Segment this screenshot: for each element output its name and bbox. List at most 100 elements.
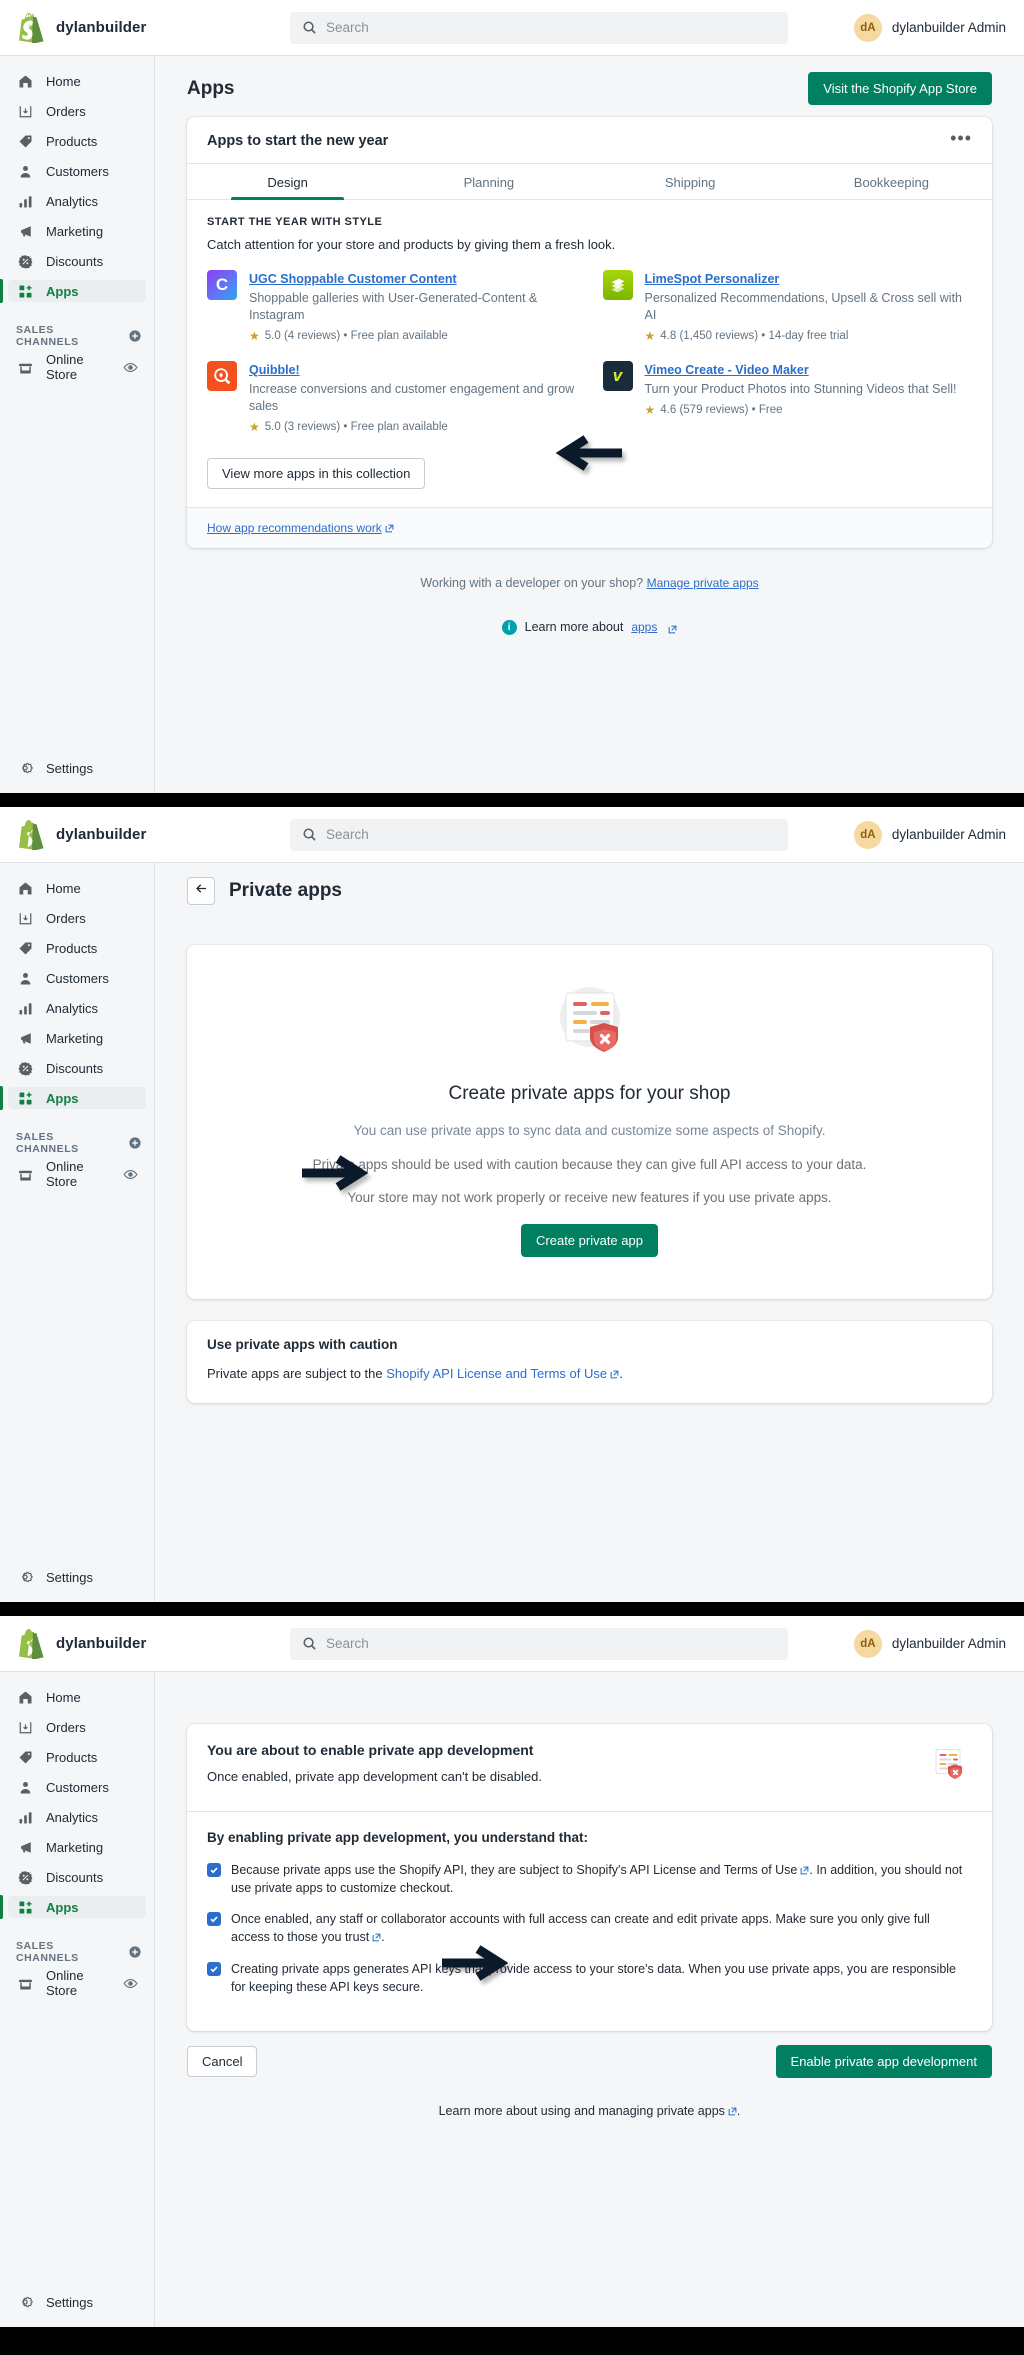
sidebar-item-settings[interactable]: Settings [8, 1566, 146, 1588]
sidebar-item-settings[interactable]: Settings [8, 2291, 146, 2313]
visit-app-store-button[interactable]: Visit the Shopify App Store [808, 72, 992, 105]
app-description: Shoppable galleries with User-Generated-… [249, 291, 538, 322]
bar-chart-icon [16, 999, 34, 1017]
back-button[interactable] [187, 877, 215, 905]
search-icon [302, 20, 317, 35]
sidebar-item-analytics[interactable]: Analytics [8, 190, 146, 212]
checkbox-checked-icon[interactable] [207, 1912, 221, 1927]
how-recommendations-work-link[interactable]: How app recommendations work [207, 521, 394, 535]
sidebar-item-label: Analytics [46, 1000, 99, 1016]
search-input[interactable] [326, 20, 776, 35]
tab-shipping[interactable]: Shipping [590, 164, 791, 199]
app-name-link[interactable]: Quibble! [249, 363, 300, 377]
sidebar-item-home[interactable]: Home [8, 877, 146, 899]
plus-circle-icon[interactable] [128, 1136, 142, 1150]
sidebar-item-discounts[interactable]: Discounts [8, 250, 146, 272]
app-list-item[interactable]: v Vimeo Create - Video Maker Turn your P… [602, 357, 973, 444]
apps-learn-link[interactable]: apps [631, 620, 657, 634]
sidebar-item-online-store[interactable]: Online Store [8, 1159, 146, 1189]
brand-name: dylanbuilder [56, 826, 147, 843]
person-icon [16, 969, 34, 987]
megaphone-icon [16, 1838, 34, 1856]
sidebar-item-online-store[interactable]: Online Store [8, 352, 146, 382]
eye-icon[interactable] [123, 1976, 138, 1991]
sidebar-item-marketing[interactable]: Marketing [8, 220, 146, 242]
page-header: Apps Visit the Shopify App Store [155, 56, 1024, 117]
sidebar-item-apps[interactable]: Apps [0, 279, 146, 303]
sidebar-item-customers[interactable]: Customers [8, 160, 146, 182]
eye-icon[interactable] [123, 1167, 138, 1182]
tab-bookkeeping[interactable]: Bookkeeping [791, 164, 992, 199]
shopify-api-terms-link[interactable]: Shopify's API License and Terms of Use [576, 1863, 797, 1877]
search-box[interactable] [290, 818, 788, 851]
sidebar-item-home[interactable]: Home [8, 1686, 146, 1708]
app-list-item[interactable]: C UGC Shoppable Customer Content Shoppab… [207, 266, 577, 353]
app-list-item[interactable]: LimeSpot Personalizer Personalized Recom… [602, 266, 973, 353]
using-managing-private-apps-link[interactable]: using and managing private apps [541, 2104, 725, 2118]
search-input[interactable] [326, 827, 776, 842]
user-account[interactable]: dA dylanbuilder Admin [853, 13, 1006, 42]
sidebar-item-settings[interactable]: Settings [8, 757, 146, 779]
brand[interactable]: dylanbuilder [18, 819, 228, 850]
external-link-icon [372, 1929, 381, 1942]
manage-private-apps-link[interactable]: Manage private apps [647, 576, 759, 590]
sidebar-item-label: Marketing [46, 1839, 104, 1855]
tab-design[interactable]: Design [187, 164, 388, 200]
app-name-link[interactable]: LimeSpot Personalizer [645, 272, 780, 286]
sidebar-item-label: Marketing [46, 1030, 104, 1046]
tab-planning[interactable]: Planning [388, 164, 589, 199]
sidebar-item-analytics[interactable]: Analytics [8, 997, 146, 1019]
caution-text-prefix: Private apps are subject to the [207, 1365, 387, 1381]
enable-private-app-development-button[interactable]: Enable private app development [775, 2044, 992, 2078]
user-account[interactable]: dA dylanbuilder Admin [853, 820, 1006, 849]
sidebar-item-analytics[interactable]: Analytics [8, 1806, 146, 1828]
sidebar-item-orders[interactable]: Orders [8, 1716, 146, 1738]
sidebar-item-apps[interactable]: Apps [0, 1895, 146, 1919]
tag-icon [16, 1748, 34, 1766]
sidebar-item-label: Online Store [46, 352, 84, 382]
app-name-link[interactable]: Vimeo Create - Video Maker [645, 363, 809, 377]
sidebar-item-home[interactable]: Home [8, 70, 146, 92]
checkbox-checked-icon[interactable] [207, 1863, 221, 1877]
brand[interactable]: dylanbuilder [18, 12, 228, 43]
terms-checkbox-row[interactable]: Because private apps use the Shopify API… [207, 1861, 972, 1897]
brand[interactable]: dylanbuilder [18, 1628, 228, 1659]
plus-circle-icon[interactable] [128, 1945, 142, 1959]
search-input[interactable] [326, 1636, 776, 1651]
sidebar-item-orders[interactable]: Orders [8, 100, 146, 122]
checkbox-checked-icon[interactable] [207, 1961, 221, 1976]
search-box[interactable] [290, 11, 788, 44]
sidebar-item-customers[interactable]: Customers [8, 967, 146, 989]
plus-circle-icon[interactable] [128, 329, 142, 343]
caution-title: Use private apps with caution [207, 1336, 398, 1352]
view-more-apps-button[interactable]: View more apps in this collection [207, 457, 426, 489]
brand-name: dylanbuilder [56, 1635, 147, 1652]
sidebar-settings-row: Settings [0, 1566, 154, 1588]
sidebar-item-customers[interactable]: Customers [8, 1776, 146, 1798]
sidebar-item-discounts[interactable]: Discounts [8, 1057, 146, 1079]
terms-checkbox-row[interactable]: Once enabled, any staff or collaborator … [207, 1910, 972, 1946]
user-account[interactable]: dA dylanbuilder Admin [853, 1629, 1006, 1658]
empty-state-paragraph: Your store may not work properly or rece… [347, 1190, 832, 1206]
sidebar-item-products[interactable]: Products [8, 130, 146, 152]
terms-checkbox-row[interactable]: Creating private apps generates API keys… [207, 1960, 972, 1996]
app-name-link[interactable]: UGC Shoppable Customer Content [249, 272, 457, 286]
sidebar-item-discounts[interactable]: Discounts [8, 1866, 146, 1888]
shopify-api-terms-link[interactable]: Shopify API License and Terms of Use [386, 1366, 619, 1381]
sidebar-item-online-store[interactable]: Online Store [8, 1968, 146, 1998]
sidebar-item-orders[interactable]: Orders [8, 907, 146, 929]
cancel-button[interactable]: Cancel [187, 2045, 258, 2077]
search-box[interactable] [290, 1627, 788, 1660]
sidebar-item-marketing[interactable]: Marketing [8, 1027, 146, 1049]
sidebar-item-marketing[interactable]: Marketing [8, 1836, 146, 1858]
app-list-item[interactable]: Quibble! Increase conversions and custom… [207, 357, 577, 444]
panel-divider [0, 793, 1024, 807]
sidebar-item-products[interactable]: Products [8, 937, 146, 959]
sidebar-item-apps[interactable]: Apps [0, 1086, 146, 1110]
eye-icon[interactable] [123, 360, 138, 375]
more-horizontal-icon[interactable]: ••• [950, 129, 972, 147]
create-private-app-button[interactable]: Create private app [521, 1223, 658, 1257]
sidebar-section-sales-channels: SALES CHANNELS [0, 1940, 154, 1964]
discount-badge-icon [16, 252, 34, 270]
sidebar-item-products[interactable]: Products [8, 1746, 146, 1768]
